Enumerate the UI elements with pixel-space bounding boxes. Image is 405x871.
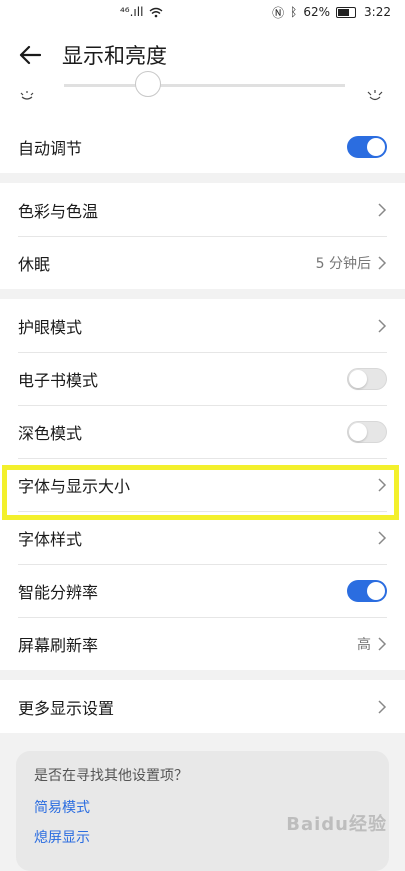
toggle-knob	[349, 422, 367, 441]
signal-icon: ⁴⁶.ıll	[120, 5, 144, 19]
brightness-slider-row	[0, 71, 405, 120]
chevron-right-icon	[378, 255, 387, 270]
ebook-mode-row[interactable]: 电子书模式	[0, 352, 405, 405]
font-size-label: 字体与显示大小	[18, 476, 131, 496]
sleep-row[interactable]: 休眠 5 分钟后	[0, 236, 405, 289]
back-arrow-icon[interactable]	[16, 41, 44, 69]
brightness-high-icon	[367, 90, 383, 106]
section-gap	[0, 670, 405, 680]
dark-mode-toggle[interactable]	[347, 420, 387, 443]
dark-mode-row[interactable]: 深色模式	[0, 405, 405, 458]
chevron-right-icon	[378, 477, 387, 492]
sleep-value: 5 分钟后	[315, 255, 371, 272]
auto-adjust-label: 自动调节	[18, 138, 83, 158]
refresh-rate-value: 高	[357, 636, 371, 653]
more-display-label: 更多显示设置	[18, 698, 115, 718]
ebook-mode-toggle[interactable]	[347, 367, 387, 390]
eye-comfort-row[interactable]: 护眼模式	[0, 299, 405, 352]
wifi-icon	[149, 7, 163, 17]
section-gap	[0, 289, 405, 299]
group-auto: 自动调节	[0, 120, 405, 173]
font-style-label: 字体样式	[18, 529, 83, 549]
status-signal: ⁴⁶.ıll	[120, 5, 163, 19]
chevron-right-icon	[378, 318, 387, 333]
toggle-knob	[367, 137, 385, 156]
dark-mode-label: 深色模式	[18, 423, 83, 443]
battery-percent: 62%	[303, 5, 331, 19]
nfc-icon: Ⓝ	[272, 5, 285, 20]
battery-icon	[336, 6, 357, 18]
refresh-rate-label: 屏幕刷新率	[18, 635, 99, 655]
toggle-knob	[349, 369, 367, 388]
section-gap	[0, 173, 405, 183]
clock: 3:22	[364, 5, 391, 19]
brightness-slider[interactable]	[64, 71, 345, 97]
color-temp-row[interactable]: 色彩与色温	[0, 183, 405, 236]
brightness-slider-thumb[interactable]	[135, 71, 162, 97]
chevron-right-icon	[378, 202, 387, 217]
status-right: Ⓝ ᛒ 62% 3:22	[272, 4, 391, 21]
status-bar: ⁴⁶.ıll Ⓝ ᛒ 62% 3:22	[0, 0, 405, 24]
header: 显示和亮度	[0, 24, 405, 86]
group-more: 更多显示设置	[0, 680, 405, 733]
group-color-sleep: 色彩与色温 休眠 5 分钟后	[0, 183, 405, 289]
refresh-rate-row[interactable]: 屏幕刷新率 高	[0, 617, 405, 670]
chevron-right-icon	[378, 636, 387, 651]
page-title: 显示和亮度	[62, 44, 167, 68]
brightness-low-icon	[20, 90, 34, 104]
sleep-label: 休眠	[18, 254, 51, 274]
more-display-row[interactable]: 更多显示设置	[0, 680, 405, 733]
smart-resolution-row[interactable]: 智能分辨率	[0, 564, 405, 617]
auto-adjust-toggle[interactable]	[347, 135, 387, 158]
eye-comfort-label: 护眼模式	[18, 317, 83, 337]
auto-adjust-row[interactable]: 自动调节	[0, 120, 405, 173]
chevron-right-icon	[378, 699, 387, 714]
font-size-row[interactable]: 字体与显示大小	[0, 458, 405, 511]
group-modes: 护眼模式 电子书模式 深色模式 字体与显示大小 字体样式 智能分辨率 屏幕刷新率…	[0, 299, 405, 670]
ebook-mode-label: 电子书模式	[18, 370, 99, 390]
suggestion-question: 是否在寻找其他设置项？	[34, 768, 188, 784]
chevron-right-icon	[378, 530, 387, 545]
toggle-knob	[367, 581, 385, 600]
smart-resolution-label: 智能分辨率	[18, 582, 99, 602]
bluetooth-icon: ᛒ	[290, 5, 298, 19]
font-style-row[interactable]: 字体样式	[0, 511, 405, 564]
watermark-logo: Baidu经验	[286, 814, 387, 835]
smart-resolution-toggle[interactable]	[347, 579, 387, 602]
color-temp-label: 色彩与色温	[18, 201, 99, 221]
